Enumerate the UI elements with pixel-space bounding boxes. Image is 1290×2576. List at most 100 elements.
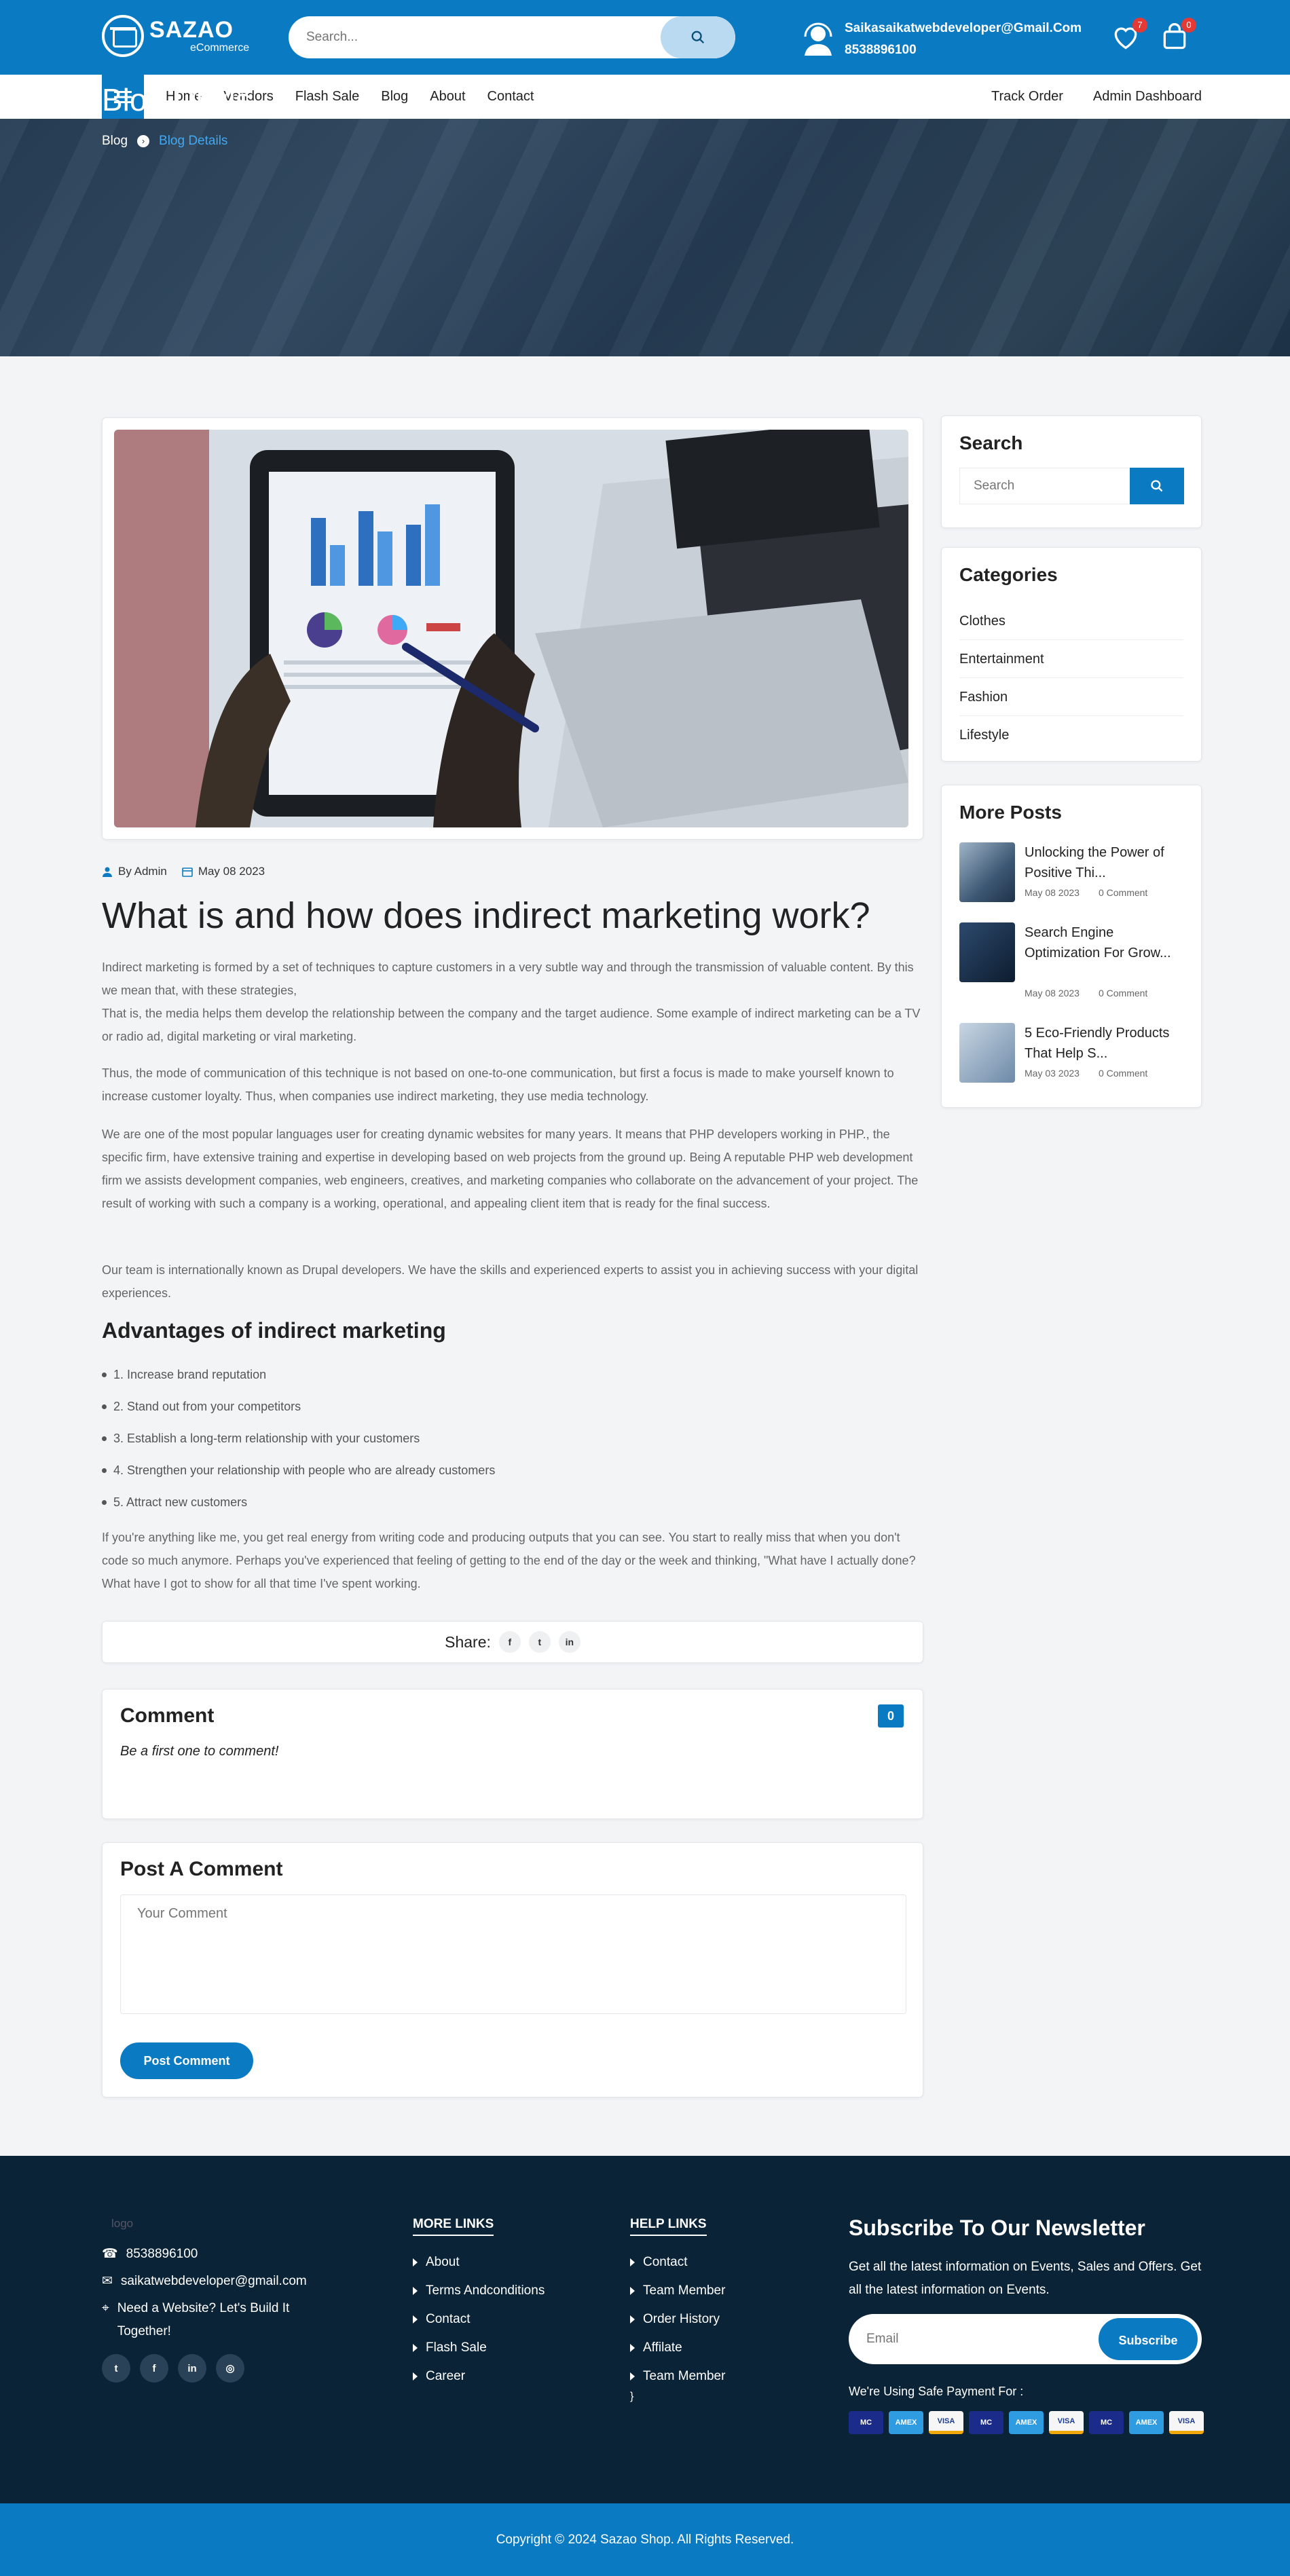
comment-list-card: Comment 0 Be a first one to comment! [102, 1689, 923, 1819]
facebook-icon[interactable]: f [498, 1631, 521, 1653]
user-icon [103, 867, 112, 877]
footer-link-contact[interactable]: Contact [413, 2305, 545, 2334]
sidebar-search-input[interactable] [960, 468, 1133, 504]
footer-help-team[interactable]: Team Member [630, 2277, 725, 2305]
post-thumbnail[interactable] [959, 842, 1015, 902]
footer-more-links: MORE LINKS About Terms Andconditions Con… [413, 2217, 545, 2391]
footer-phone[interactable]: ☎ 8538896100 [102, 2243, 373, 2266]
cart-button[interactable]: 0 [1160, 18, 1196, 52]
twitter-icon[interactable]: t [102, 2354, 130, 2383]
newsletter-text: Get all the latest information on Events… [849, 2260, 1202, 2297]
facebook-icon[interactable]: f [140, 2354, 168, 2383]
search-icon [691, 31, 705, 44]
instagram-icon[interactable]: ◎ [216, 2354, 244, 2383]
search-icon [1151, 480, 1163, 492]
logo-icon [102, 15, 144, 57]
category-fashion[interactable]: Fashion [959, 678, 1183, 716]
chevron-right-icon: › [137, 135, 150, 147]
page-banner [0, 119, 1290, 356]
article-meta: By Admin May 08 2023 [102, 865, 265, 878]
amex-icon: AMEX [889, 2411, 923, 2434]
no-comment-text: Be a first one to comment! [120, 1744, 279, 1759]
nav-track-order[interactable]: Track Order [991, 89, 1063, 105]
sidebar-search-button[interactable] [1130, 468, 1184, 504]
page-title: Blog Dtails [102, 82, 251, 117]
footer-contact-column: logo ☎ 8538896100 ✉ saikatwebdeveloper@gma… [102, 2217, 373, 2383]
envelope-icon: ✉ [102, 2274, 113, 2288]
footer-email[interactable]: ✉ saikatwebdeveloper@gmail.com [102, 2270, 373, 2293]
phone-icon: ☎ [102, 2247, 118, 2261]
nav-about[interactable]: About [430, 89, 465, 105]
logo-sub-text: eCommerce [190, 42, 250, 54]
footer-link-flash-sale[interactable]: Flash Sale [413, 2334, 545, 2362]
top-header: SAZAO eCommerce Saikasaikatwebdeveloper@… [0, 0, 1290, 75]
site-logo[interactable]: SAZAO eCommerce [102, 15, 249, 57]
header-email[interactable]: Saikasaikatwebdeveloper@Gmail.Com [845, 18, 1082, 39]
footer-link-career[interactable]: Career [413, 2362, 545, 2391]
post-date: May 08 2023 [1025, 988, 1080, 998]
list-item: 1. Increase brand reputation [102, 1359, 495, 1391]
breadcrumb: Blog › Blog Details [102, 134, 227, 149]
article-paragraph-3: We are one of the most popular languages… [102, 1127, 919, 1210]
post-title[interactable]: Search Engine Optimization For Grow... [1025, 922, 1187, 963]
breadcrumb-blog[interactable]: Blog [102, 134, 128, 149]
categories-heading: Categories [959, 564, 1058, 585]
newsletter-heading: Subscribe To Our Newsletter [849, 2216, 1145, 2240]
footer-link-terms[interactable]: Terms Andconditions [413, 2277, 545, 2305]
copyright-bar: Copyright © 2024 Sazao Shop. All Rights … [0, 2503, 1290, 2576]
linkedin-icon[interactable]: in [558, 1631, 580, 1653]
visa-icon: VISA [1049, 2411, 1084, 2434]
article-paragraph-5: If you're anything like me, you get real… [102, 1531, 916, 1590]
comment-form-heading: Post A Comment [120, 1858, 283, 1880]
post-thumbnail[interactable] [959, 1023, 1015, 1083]
post-comment-button[interactable]: Post Comment [120, 2042, 253, 2079]
post-comments: 0 Comment [1098, 988, 1148, 998]
map-pin-icon: ⌖ [102, 2301, 109, 2315]
category-clothes[interactable]: Clothes [959, 602, 1183, 640]
header-contact: Saikasaikatwebdeveloper@Gmail.Com 853889… [801, 18, 1082, 61]
post-title[interactable]: 5 Eco-Friendly Products That Help S... [1025, 1023, 1187, 1064]
nav-flash-sale[interactable]: Flash Sale [295, 89, 360, 105]
header-search-button[interactable] [661, 16, 735, 58]
breadcrumb-current: Blog Details [159, 134, 228, 148]
footer-help-contact[interactable]: Contact [630, 2248, 725, 2277]
help-links-heading: HELP LINKS [630, 2217, 707, 2236]
header-phone[interactable]: 8538896100 [845, 39, 1082, 61]
article-author: By Admin [102, 865, 167, 878]
more-links-heading: MORE LINKS [413, 2217, 494, 2236]
nav-blog[interactable]: Blog [381, 89, 408, 105]
nav-contact[interactable]: Contact [487, 89, 534, 105]
footer-tagline: ⌖ Need a Website? Let's Build It Together… [102, 2297, 333, 2343]
footer-help-links: HELP LINKS Contact Team Member Order His… [630, 2217, 726, 2402]
article-paragraph-2: Thus, the mode of communication of this … [102, 1066, 894, 1103]
amex-icon: AMEX [1009, 2411, 1044, 2434]
tablet-chart-illustration [114, 430, 908, 827]
category-lifestyle[interactable]: Lifestyle [959, 716, 1183, 754]
footer-help-team-2[interactable]: Team Member [630, 2362, 725, 2391]
nav-admin-dashboard[interactable]: Admin Dashboard [1093, 89, 1202, 105]
article-date: May 08 2023 [182, 865, 265, 878]
article-subheading: Advantages of indirect marketing [102, 1318, 446, 1343]
footer-newsletter: Subscribe To Our Newsletter Get all the … [849, 2216, 1204, 2434]
header-search-input[interactable] [289, 16, 662, 58]
twitter-icon[interactable]: t [528, 1631, 551, 1653]
sidebar-search-card: Search [941, 415, 1202, 528]
footer-link-about[interactable]: About [413, 2248, 545, 2277]
wishlist-button[interactable]: 7 [1111, 18, 1147, 52]
comment-textarea[interactable] [120, 1894, 906, 2014]
list-item: 5. Attract new customers [102, 1487, 495, 1518]
post-thumbnail[interactable] [959, 922, 1015, 982]
post-date: May 08 2023 [1025, 887, 1080, 898]
footer-help-orders[interactable]: Order History [630, 2305, 725, 2334]
mastercard-icon: MC [1089, 2411, 1124, 2434]
mastercard-icon: MC [849, 2411, 883, 2434]
site-footer: logo ☎ 8538896100 ✉ saikatwebdeveloper@gma… [0, 2156, 1290, 2503]
footer-logo[interactable]: logo [111, 2217, 373, 2230]
subscribe-button[interactable]: Subscribe [1097, 2317, 1199, 2362]
post-title[interactable]: Unlocking the Power of Positive Thi... [1025, 842, 1187, 883]
category-entertainment[interactable]: Entertainment [959, 640, 1183, 678]
newsletter-email-input[interactable] [849, 2314, 1093, 2364]
linkedin-icon[interactable]: in [178, 2354, 206, 2383]
footer-help-affiliate[interactable]: Affilate [630, 2334, 725, 2362]
calendar-icon [182, 867, 193, 877]
